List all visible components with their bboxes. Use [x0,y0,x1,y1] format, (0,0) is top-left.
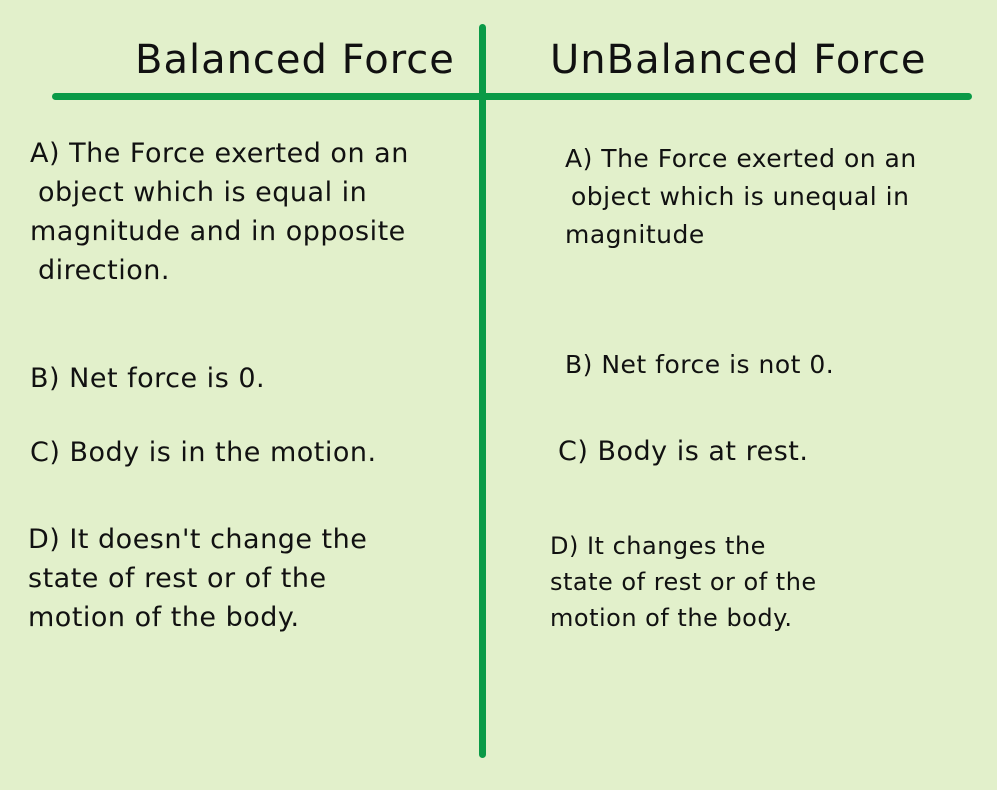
unbalanced-item-d-line-1: D) It changes the [550,532,766,560]
unbalanced-item-d: D) It changes the state of rest or of th… [550,528,817,636]
balanced-item-a-line-1: A) The Force exerted on an [30,138,409,169]
unbalanced-item-b: B) Net force is not 0. [565,346,834,384]
balanced-item-a-line-3: magnitude and in opposite [30,216,406,247]
unbalanced-item-a-line-1: A) The Force exerted on an [565,144,917,173]
balanced-item-b-line-1: B) Net force is 0. [30,363,266,394]
balanced-item-d: D) It doesn't change the state of rest o… [28,520,367,637]
balanced-item-d-line-1: D) It doesn't change the [28,524,368,555]
balanced-item-c-line-1: C) Body is in the motion. [30,437,377,468]
unbalanced-item-d-line-2: state of rest or of the [550,568,817,596]
comparison-table: Balanced Force A) The Force exerted on a… [0,0,997,790]
unbalanced-force-heading: UnBalanced Force [550,37,927,83]
balanced-item-a-line-4: direction. [38,255,170,286]
unbalanced-item-d-line-3: motion of the body. [550,604,793,632]
unbalanced-item-c-line-1: C) Body is at rest. [558,436,809,467]
balanced-item-b: B) Net force is 0. [30,359,265,398]
unbalanced-item-b-line-1: B) Net force is not 0. [565,350,835,379]
balanced-item-c: C) Body is in the motion. [30,433,377,472]
column-divider-line [479,24,486,758]
balanced-item-d-line-2: state of rest or of the [28,563,327,594]
unbalanced-item-a-line-2: object which is unequal in [571,182,910,211]
unbalanced-item-a: A) The Force exerted on an object which … [565,140,917,254]
balanced-force-heading: Balanced Force [135,37,455,83]
header-divider-line [52,93,972,100]
balanced-item-a-line-2: object which is equal in [38,177,368,208]
balanced-item-a: A) The Force exerted on an object which … [30,134,409,290]
unbalanced-item-c: C) Body is at rest. [558,432,808,471]
unbalanced-item-a-line-3: magnitude [565,220,705,249]
balanced-item-d-line-3: motion of the body. [28,602,300,633]
